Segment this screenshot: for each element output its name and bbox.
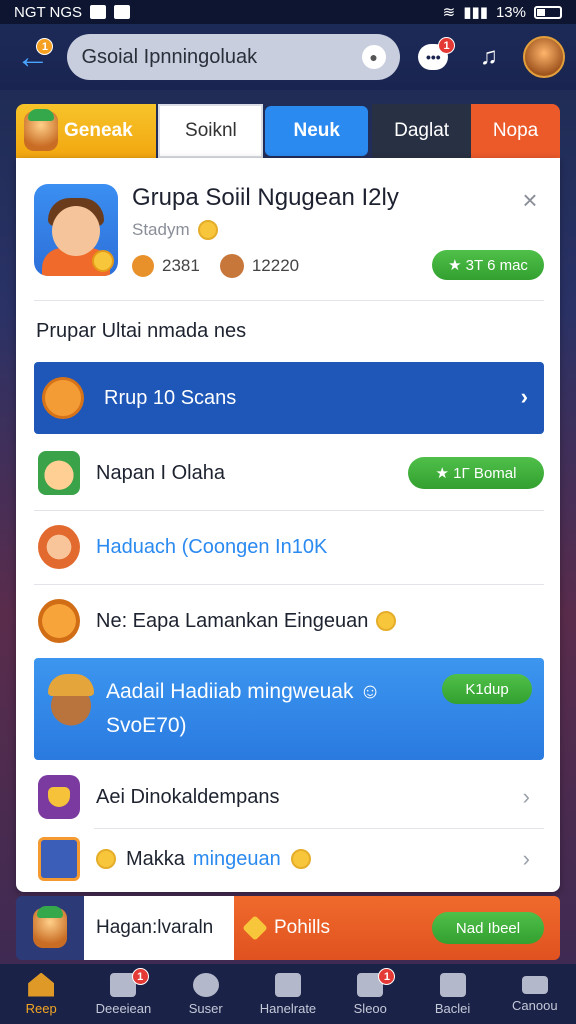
stat-players: 12220 (251, 256, 300, 275)
promo-offer-label: Pohills (274, 917, 330, 938)
game-title: Grupa Soiil Ngugean I2ly (132, 184, 399, 211)
coin-icon (96, 849, 116, 869)
calendar-icon (439, 972, 466, 997)
nav-hanelrate[interactable]: Hanelrate (247, 964, 329, 1024)
nav-menu[interactable]: Canoou (494, 964, 576, 1024)
notification-icon (90, 5, 107, 19)
list-item-label-highlight: mingeuan (192, 847, 281, 870)
list-item-eapa[interactable]: Ne: Eapa Lamankan Eingeuan (34, 586, 544, 656)
tab-neuk[interactable]: Neuk (265, 106, 369, 156)
search-icon (192, 972, 219, 997)
list-item-scans[interactable]: Rrup 10 Scans › (34, 362, 544, 434)
nav-badge: 1 (131, 968, 149, 985)
tab-soiknl[interactable]: Soiknl (158, 104, 264, 158)
coin-icon (92, 250, 114, 272)
avatar (523, 36, 566, 78)
search-input[interactable] (81, 45, 352, 69)
rating-button[interactable]: ★ 3T 6 mac (432, 250, 544, 280)
list-item-label: Haduach (Coongen In10K (96, 535, 328, 558)
promo-label[interactable]: Hagan:lvaraln (84, 896, 234, 960)
tab-label: Geneak (64, 120, 133, 141)
wifi-icon: ≋ (442, 4, 456, 21)
close-button[interactable]: × (516, 186, 544, 214)
elf-avatar-icon (24, 109, 58, 151)
chevron-right-icon: › (520, 384, 528, 409)
search-bar[interactable]: ● (67, 34, 400, 80)
chevron-right-icon: › (522, 846, 530, 871)
claim-button[interactable]: K1dup (442, 674, 532, 704)
tab-nopa[interactable]: Nopa (471, 104, 560, 158)
stat-coins: 2381 (162, 256, 200, 275)
game-subtitle: Stadym (132, 220, 218, 240)
chat-badge: 1 (438, 37, 456, 54)
list-item-label: Aei Dinokaldempans (96, 785, 280, 808)
back-button[interactable]: ← 1 (10, 34, 55, 80)
list-item-haduach[interactable]: Haduach (Coongen In10K (34, 512, 544, 582)
nav-sleoo[interactable]: 1 Sleoo (329, 964, 411, 1024)
section-title: Prupar Ultai nmada nes (36, 320, 247, 342)
elf-avatar-icon (33, 906, 67, 948)
list-item-label: Napan I Olaha (96, 461, 225, 484)
app-notification-icon (114, 5, 131, 19)
character-icon (44, 674, 98, 744)
picture-frame-icon (38, 837, 80, 881)
nav-baclei[interactable]: Baclei (411, 964, 493, 1024)
coin-icon (132, 255, 154, 277)
coin-badge-icon (38, 599, 80, 643)
game-icon (34, 184, 118, 276)
player-icon (219, 254, 244, 278)
list-item-dinokal[interactable]: Aei Dinokaldempans › (34, 762, 544, 832)
menu-icon (521, 975, 548, 994)
divider (34, 584, 544, 585)
list-item-label: Ne: Eapa Lamankan Eingeuan (96, 609, 369, 632)
nav-badge: 1 (378, 968, 396, 985)
top-app-bar: ← 1 ● ••• 1 ♫ (0, 24, 576, 90)
back-badge: 1 (36, 38, 54, 55)
cat-icon (38, 775, 80, 819)
bonus-button[interactable]: ★ 1Γ Bomal (408, 457, 544, 489)
bell-icon: ♫ (479, 43, 498, 70)
tab-daglat[interactable]: Daglat (372, 104, 472, 158)
character-icon (38, 525, 80, 569)
smiley-icon (197, 220, 218, 240)
battery-icon (534, 5, 562, 19)
promo-button[interactable]: Nad Ibeel (432, 912, 544, 944)
profile-button[interactable] (523, 35, 566, 79)
divider (34, 300, 544, 301)
notification-button[interactable]: ♫ (467, 35, 510, 79)
chat-button[interactable]: ••• 1 (412, 35, 456, 79)
gem-icon (290, 849, 311, 869)
smiley-icon (376, 611, 397, 631)
voice-search-icon[interactable]: ● (361, 45, 386, 69)
list-item-napan[interactable]: Napan I Olaha ★ 1Γ Bomal (34, 438, 544, 508)
home-icon (28, 972, 55, 997)
signal-icon: ▮▮▮ (463, 4, 488, 21)
list-item-label: Rrup 10 Scans (104, 386, 237, 409)
category-tabs: Geneak Soiknl Neuk Daglat Nopa (16, 104, 560, 158)
chevron-right-icon: › (522, 784, 530, 809)
nav-home[interactable]: Reep (0, 964, 82, 1024)
nav-deeeiean[interactable]: 1 Deeeiean (82, 964, 164, 1024)
elf-icon (38, 451, 80, 495)
featured-subtitle: SvoE70) (106, 714, 187, 737)
featured-item[interactable]: Aadail Hadiiab mingweuak ☺ SvoE70) K1dup (34, 658, 544, 760)
tab-geneak[interactable]: Geneak (16, 104, 157, 158)
nav-search[interactable]: Suser (165, 964, 247, 1024)
promo-bar: Hagan:lvaraln Pohills Nad Ibeel (16, 896, 560, 960)
game-header: Grupa Soiil Ngugean I2ly Stadym 2381 122… (34, 184, 544, 294)
bottom-nav: Reep 1 Deeeiean Suser Hanelrate 1 Sleoo … (0, 964, 576, 1024)
status-bar: NGT NGS ≋ ▮▮▮ 13% (0, 0, 576, 24)
list-item-label: Makka (126, 847, 185, 870)
divider (34, 510, 544, 511)
promo-offer[interactable]: Pohills Nad Ibeel (234, 896, 560, 960)
game-stats: 2381 12220 (132, 254, 299, 278)
profile-icon (274, 972, 301, 997)
main-panel: Grupa Soiil Ngugean I2ly Stadym 2381 122… (16, 158, 560, 892)
list-item-makka[interactable]: Makka mingeuan › (34, 824, 544, 894)
carrier-text: NGT NGS (14, 3, 83, 21)
featured-title: Aadail Hadiiab mingweuak ☺ (106, 680, 381, 703)
diamond-icon (242, 915, 268, 941)
battery-percent: 13% (495, 3, 526, 21)
ball-icon (42, 377, 84, 419)
